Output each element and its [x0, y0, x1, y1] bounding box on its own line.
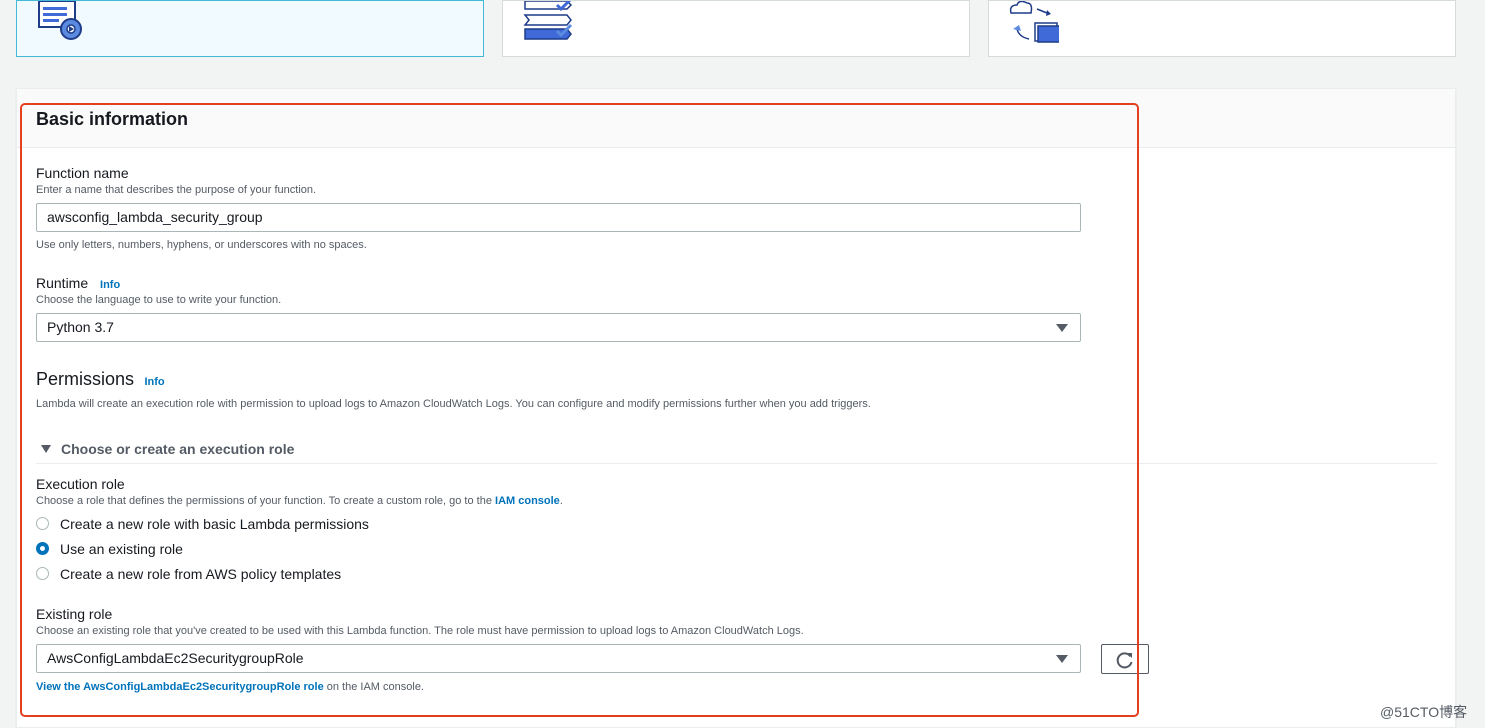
- function-name-hint: Use only letters, numbers, hyphens, or u…: [36, 239, 367, 251]
- runtime-selected-value: Python 3.7: [47, 319, 114, 335]
- serverless-app-repository-card[interactable]: [988, 0, 1456, 57]
- caret-down-icon: [41, 445, 51, 453]
- radio-label-create-basic-role[interactable]: Create a new role with basic Lambda perm…: [60, 516, 369, 532]
- select-caret-icon: [1056, 324, 1068, 332]
- existing-role-selected-value: AwsConfigLambdaEc2SecuritygroupRole: [47, 650, 304, 666]
- watermark: @51CTO博客: [1380, 704, 1468, 720]
- permissions-heading: Permissions Info: [36, 369, 165, 390]
- radio-use-existing-role[interactable]: [36, 542, 49, 555]
- permissions-info-link[interactable]: Info: [144, 376, 164, 388]
- select-caret-icon: [1056, 655, 1068, 663]
- iam-console-link[interactable]: IAM console: [495, 495, 560, 507]
- runtime-select[interactable]: Python 3.7: [36, 313, 1081, 342]
- function-name-description: Enter a name that describes the purpose …: [36, 184, 317, 196]
- blueprints-icon: [523, 1, 573, 40]
- author-from-scratch-card[interactable]: [16, 0, 484, 57]
- view-role-line: View the AwsConfigLambdaEc2Securitygroup…: [36, 681, 424, 693]
- radio-label-use-existing-role[interactable]: Use an existing role: [60, 541, 183, 557]
- permissions-description: Lambda will create an execution role wit…: [36, 398, 871, 410]
- execution-role-description: Choose a role that defines the permissio…: [36, 495, 563, 507]
- radio-create-basic-role[interactable]: [36, 517, 49, 530]
- execution-role-description-suffix: .: [559, 495, 563, 507]
- expander-label: Choose or create an execution role: [61, 441, 295, 457]
- existing-role-label: Existing role: [36, 606, 113, 622]
- expander-divider: [36, 463, 1437, 464]
- refresh-roles-button[interactable]: [1101, 644, 1149, 674]
- refresh-icon: [1116, 652, 1133, 669]
- execution-role-label: Execution role: [36, 476, 125, 492]
- radio-label-create-from-templates[interactable]: Create a new role from AWS policy templa…: [60, 566, 341, 582]
- existing-role-description: Choose an existing role that you've crea…: [36, 625, 804, 637]
- serverless-app-repository-icon: [1009, 1, 1059, 43]
- author-from-scratch-icon: [38, 1, 82, 40]
- function-name-label: Function name: [36, 165, 129, 181]
- view-role-suffix: on the IAM console.: [326, 681, 424, 693]
- permissions-title: Permissions: [36, 369, 135, 389]
- existing-role-select[interactable]: AwsConfigLambdaEc2SecuritygroupRole: [36, 644, 1081, 673]
- runtime-description: Choose the language to use to write your…: [36, 294, 282, 306]
- runtime-label-text: Runtime: [36, 275, 89, 291]
- radio-create-from-templates[interactable]: [36, 567, 49, 580]
- runtime-label: Runtime Info: [36, 275, 120, 291]
- blueprints-card[interactable]: [502, 0, 970, 57]
- function-name-value: awsconfig_lambda_security_group: [47, 209, 263, 225]
- view-role-link[interactable]: View the AwsConfigLambdaEc2Securitygroup…: [36, 681, 324, 693]
- execution-role-description-text: Choose a role that defines the permissio…: [36, 495, 492, 507]
- function-name-input[interactable]: awsconfig_lambda_security_group: [36, 203, 1081, 232]
- panel-header: Basic information: [17, 89, 1455, 148]
- panel-title: Basic information: [36, 109, 189, 129]
- runtime-info-link[interactable]: Info: [100, 279, 120, 291]
